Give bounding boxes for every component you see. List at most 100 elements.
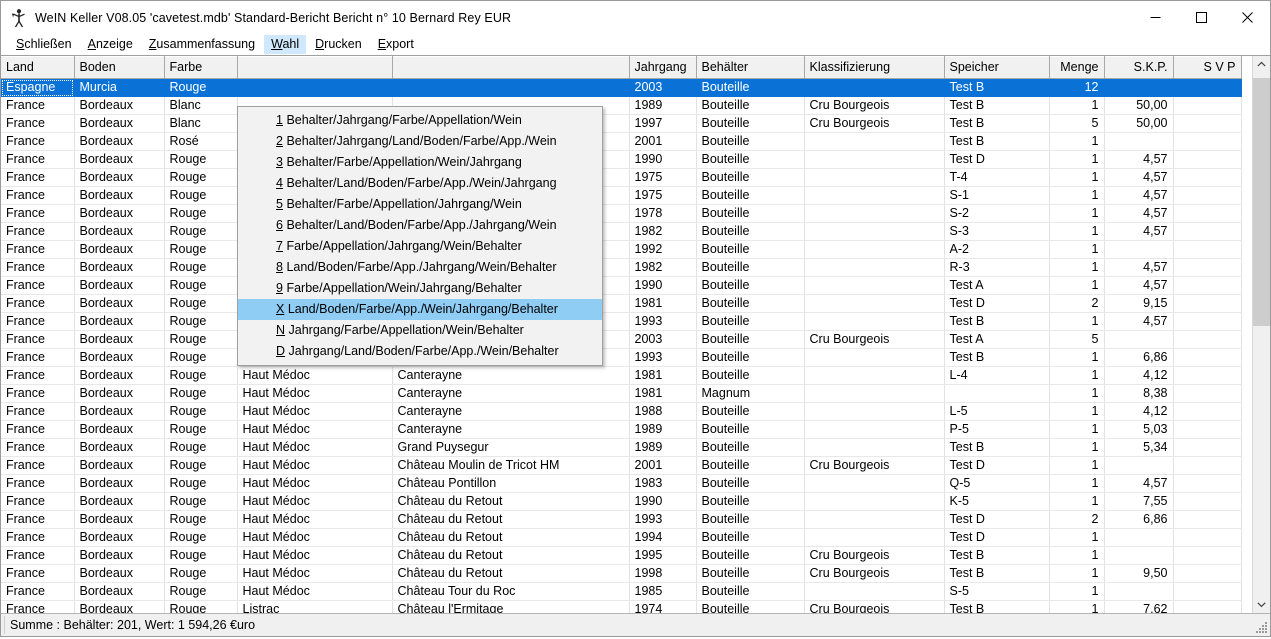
table-row[interactable]: France Bordeaux Rouge Haut Médoc Château du … bbox=[1, 492, 1242, 511]
cell-land[interactable]: Espagne bbox=[1, 78, 75, 97]
cell-menge[interactable]: 1 bbox=[1049, 186, 1105, 205]
cell-land[interactable]: France bbox=[1, 312, 75, 331]
cell-behaelter[interactable]: Bouteille bbox=[696, 474, 805, 493]
cell-menge[interactable]: 1 bbox=[1049, 600, 1105, 613]
menu-option-2[interactable]: 2 Behalter/Jahrgang/Land/Boden/Farbe/App… bbox=[238, 131, 602, 152]
cell-svp[interactable] bbox=[1173, 312, 1242, 331]
cell-klassifizierung[interactable]: Cru Bourgeois bbox=[804, 96, 945, 115]
cell-menge[interactable]: 12 bbox=[1049, 78, 1105, 97]
cell-klassifizierung[interactable] bbox=[804, 402, 945, 421]
cell-farbe[interactable]: Blanc bbox=[164, 114, 238, 133]
cell-behaelter[interactable]: Bouteille bbox=[696, 78, 805, 97]
table-row[interactable]: France Bordeaux Rouge 1993 Bouteille Test B14… bbox=[1, 312, 1242, 331]
cell-klassifizierung[interactable] bbox=[804, 240, 945, 259]
cell-behaelter[interactable]: Bouteille bbox=[696, 420, 805, 439]
cell-wein[interactable]: Château du Retout bbox=[392, 528, 630, 547]
cell-menge[interactable]: 1 bbox=[1049, 168, 1105, 187]
cell-land[interactable]: France bbox=[1, 96, 75, 115]
cell-svp[interactable] bbox=[1173, 96, 1242, 115]
cell-klassifizierung[interactable]: Cru Bourgeois bbox=[804, 546, 945, 565]
cell-farbe[interactable]: Rouge bbox=[164, 276, 238, 295]
table-row[interactable]: France Bordeaux Rouge 1982 Bouteille S-3 1 4,57 bbox=[1, 222, 1242, 241]
cell-appellation[interactable]: Haut Médoc bbox=[237, 402, 393, 421]
cell-farbe[interactable]: Rouge bbox=[164, 474, 238, 493]
cell-klassifizierung[interactable] bbox=[804, 384, 945, 403]
cell-menge[interactable]: 1 bbox=[1049, 150, 1105, 169]
cell-appellation[interactable]: Haut Médoc bbox=[237, 438, 393, 457]
cell-speicher[interactable]: Test D bbox=[944, 294, 1050, 313]
menu-export[interactable]: Export bbox=[371, 35, 421, 54]
cell-skp[interactable] bbox=[1104, 78, 1174, 97]
cell-menge[interactable]: 1 bbox=[1049, 132, 1105, 151]
cell-jahrgang[interactable]: 1975 bbox=[629, 168, 697, 187]
cell-jahrgang[interactable]: 1995 bbox=[629, 546, 697, 565]
cell-behaelter[interactable]: Bouteille bbox=[696, 528, 805, 547]
cell-appellation[interactable]: Haut Médoc bbox=[237, 420, 393, 439]
cell-farbe[interactable]: Rouge bbox=[164, 294, 238, 313]
cell-wein[interactable]: Château Moulin de Tricot HM bbox=[392, 456, 630, 475]
cell-speicher[interactable]: L-5 bbox=[944, 402, 1050, 421]
cell-klassifizierung[interactable] bbox=[804, 510, 945, 529]
cell-klassifizierung[interactable] bbox=[804, 348, 945, 367]
table-row[interactable]: France Bordeaux Rouge Haut Médoc Château du … bbox=[1, 546, 1242, 565]
cell-boden[interactable]: Bordeaux bbox=[74, 366, 165, 385]
table-row[interactable]: France Bordeaux Rouge 1990 Bouteille Test D14… bbox=[1, 150, 1242, 169]
cell-farbe[interactable]: Rouge bbox=[164, 312, 238, 331]
cell-farbe[interactable]: Rouge bbox=[164, 420, 238, 439]
cell-speicher[interactable]: S-2 bbox=[944, 204, 1050, 223]
cell-svp[interactable] bbox=[1173, 528, 1242, 547]
cell-appellation[interactable] bbox=[237, 78, 393, 97]
cell-klassifizierung[interactable] bbox=[804, 168, 945, 187]
cell-behaelter[interactable]: Bouteille bbox=[696, 168, 805, 187]
table-row[interactable]: France Bordeaux Rosé 2001 Bouteille Test B1 bbox=[1, 132, 1242, 151]
cell-land[interactable]: France bbox=[1, 222, 75, 241]
cell-boden[interactable]: Bordeaux bbox=[74, 96, 165, 115]
cell-farbe[interactable]: Rouge bbox=[164, 168, 238, 187]
menu-anzeige[interactable]: Anzeige bbox=[81, 35, 140, 54]
cell-behaelter[interactable]: Bouteille bbox=[696, 150, 805, 169]
cell-farbe[interactable]: Rouge bbox=[164, 186, 238, 205]
cell-wein[interactable]: Château Pontillon bbox=[392, 474, 630, 493]
cell-land[interactable]: France bbox=[1, 600, 75, 613]
cell-klassifizierung[interactable] bbox=[804, 222, 945, 241]
cell-speicher[interactable]: P-5 bbox=[944, 420, 1050, 439]
menu-drucken[interactable]: Drucken bbox=[308, 35, 369, 54]
cell-boden[interactable]: Bordeaux bbox=[74, 456, 165, 475]
cell-land[interactable]: France bbox=[1, 438, 75, 457]
column-header-behaelter[interactable]: Behälter bbox=[696, 56, 805, 79]
cell-jahrgang[interactable]: 1989 bbox=[629, 438, 697, 457]
cell-wein[interactable]: Château du Retout bbox=[392, 492, 630, 511]
cell-land[interactable]: France bbox=[1, 474, 75, 493]
cell-skp[interactable]: 7,62 bbox=[1104, 600, 1174, 613]
menu-option-8[interactable]: 8 Land/Boden/Farbe/App./Jahrgang/Wein/Be… bbox=[238, 257, 602, 278]
cell-wein[interactable]: Canterayne bbox=[392, 366, 630, 385]
cell-land[interactable]: France bbox=[1, 456, 75, 475]
table-row[interactable]: France Bordeaux Rouge 1982 Bouteille R-3 1 4,57 bbox=[1, 258, 1242, 277]
menu-option-3[interactable]: 3 Behalter/Farbe/Appellation/Wein/Jahrga… bbox=[238, 152, 602, 173]
cell-farbe[interactable]: Rouge bbox=[164, 510, 238, 529]
cell-speicher[interactable]: Test D bbox=[944, 510, 1050, 529]
cell-menge[interactable]: 1 bbox=[1049, 402, 1105, 421]
cell-land[interactable]: France bbox=[1, 150, 75, 169]
cell-boden[interactable]: Murcia bbox=[74, 78, 165, 97]
cell-land[interactable]: France bbox=[1, 348, 75, 367]
column-header-menge[interactable]: Menge bbox=[1049, 56, 1105, 79]
cell-menge[interactable]: 5 bbox=[1049, 330, 1105, 349]
cell-boden[interactable]: Bordeaux bbox=[74, 546, 165, 565]
cell-behaelter[interactable]: Bouteille bbox=[696, 204, 805, 223]
cell-menge[interactable]: 1 bbox=[1049, 312, 1105, 331]
cell-skp[interactable] bbox=[1104, 330, 1174, 349]
cell-klassifizierung[interactable] bbox=[804, 438, 945, 457]
cell-skp[interactable]: 50,00 bbox=[1104, 96, 1174, 115]
cell-svp[interactable] bbox=[1173, 438, 1242, 457]
cell-appellation[interactable]: Listrac bbox=[237, 600, 393, 613]
cell-farbe[interactable]: Rouge bbox=[164, 348, 238, 367]
cell-skp[interactable] bbox=[1104, 240, 1174, 259]
cell-jahrgang[interactable]: 1993 bbox=[629, 510, 697, 529]
cell-jahrgang[interactable]: 1989 bbox=[629, 96, 697, 115]
cell-farbe[interactable]: Rouge bbox=[164, 528, 238, 547]
cell-land[interactable]: France bbox=[1, 132, 75, 151]
table-row[interactable]: France Bordeaux Blanc 1989 Bouteille Cru Bour… bbox=[1, 96, 1242, 115]
cell-skp[interactable]: 5,34 bbox=[1104, 438, 1174, 457]
cell-speicher[interactable]: Test A bbox=[944, 330, 1050, 349]
